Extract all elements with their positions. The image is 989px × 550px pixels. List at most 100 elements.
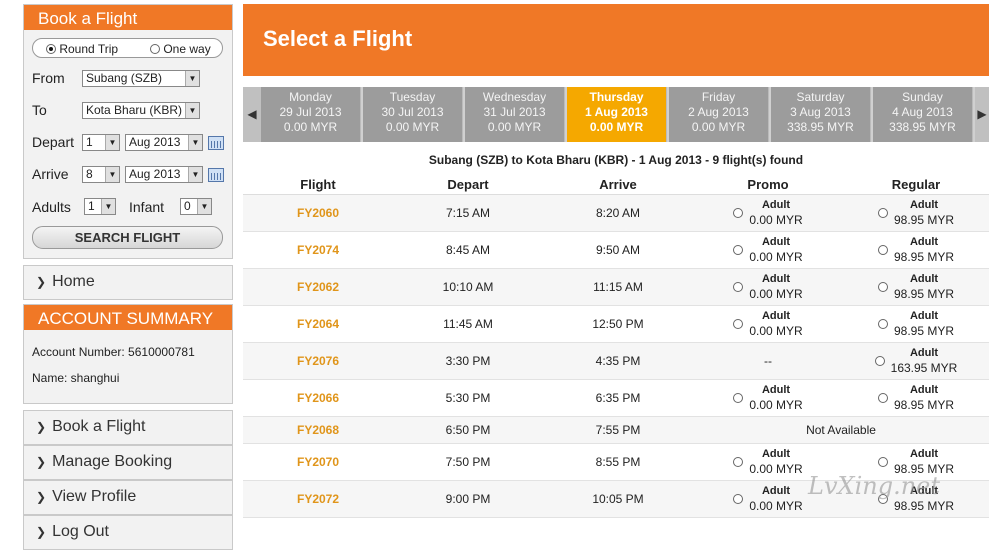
fare-text: Adult 0.00 MYR: [749, 484, 802, 514]
infant-select[interactable]: 0 ▼: [180, 198, 212, 215]
arrive-day-select[interactable]: 8 ▼: [82, 166, 120, 183]
fare-label: Adult: [761, 235, 791, 248]
day-tab-sat[interactable]: Saturday 3 Aug 2013 338.95 MYR: [771, 87, 871, 142]
nav-book-flight[interactable]: ❯ Book a Flight: [23, 410, 233, 445]
to-select[interactable]: Kota Bharu (KBR) ▼: [82, 102, 200, 119]
nav-home[interactable]: ❯ Home: [23, 265, 233, 300]
day-weekday: Sunday: [902, 90, 943, 104]
flight-number[interactable]: FY2074: [243, 231, 393, 269]
promo-fare-option[interactable]: Adult 0.00 MYR: [693, 309, 843, 339]
flight-number[interactable]: FY2060: [243, 194, 393, 232]
day-date: 29 Jul 2013: [279, 105, 342, 119]
flight-number-link[interactable]: FY2060: [297, 206, 339, 220]
flight-number-link[interactable]: FY2064: [297, 317, 339, 331]
nav-log-out[interactable]: ❯ Log Out: [23, 515, 233, 550]
search-flight-button[interactable]: SEARCH FLIGHT: [32, 226, 223, 249]
fare-text: Adult 0.00 MYR: [749, 309, 802, 339]
day-weekday: Monday: [289, 90, 332, 104]
regular-fare-option[interactable]: Adult 98.95 MYR: [843, 383, 989, 413]
radio-icon[interactable]: [877, 318, 888, 329]
day-tab-sun[interactable]: Sunday 4 Aug 2013 338.95 MYR: [873, 87, 973, 142]
flight-number-link[interactable]: FY2074: [297, 243, 339, 257]
flight-number-link[interactable]: FY2072: [297, 492, 339, 506]
radio-icon[interactable]: [150, 44, 160, 54]
flight-number[interactable]: FY2068: [243, 416, 393, 444]
radio-icon[interactable]: [733, 207, 744, 218]
next-week-arrow-icon[interactable]: ▶: [975, 87, 989, 142]
flight-number[interactable]: FY2076: [243, 342, 393, 380]
radio-icon[interactable]: [46, 44, 56, 54]
flight-number-link[interactable]: FY2076: [297, 354, 339, 368]
radio-icon[interactable]: [877, 244, 888, 255]
nav-manage-booking[interactable]: ❯ Manage Booking: [23, 445, 233, 480]
one-way-option[interactable]: One way: [150, 42, 211, 56]
calendar-icon[interactable]: [208, 168, 224, 182]
prev-week-arrow-icon[interactable]: ◀: [243, 87, 261, 142]
fare-label: Adult: [909, 346, 939, 359]
regular-fare-option[interactable]: Adult 98.95 MYR: [843, 272, 989, 302]
radio-icon[interactable]: [733, 244, 744, 255]
fare-label: Adult: [761, 447, 791, 460]
flight-number-link[interactable]: FY2066: [297, 391, 339, 405]
radio-icon[interactable]: [877, 392, 888, 403]
adults-value: 1: [88, 199, 95, 213]
radio-icon[interactable]: [733, 281, 744, 292]
day-tab-tue[interactable]: Tuesday 30 Jul 2013 0.00 MYR: [363, 87, 463, 142]
radio-icon[interactable]: [877, 207, 888, 218]
flight-number[interactable]: FY2072: [243, 480, 393, 518]
day-tab-mon[interactable]: Monday 29 Jul 2013 0.00 MYR: [261, 87, 361, 142]
promo-fare: Adult 0.00 MYR: [693, 194, 843, 232]
fare-amount: 0.00 MYR: [749, 286, 803, 301]
promo-fare: Adult 0.00 MYR: [693, 268, 843, 306]
regular-fare-option[interactable]: Adult 98.95 MYR: [843, 309, 989, 339]
radio-icon[interactable]: [877, 456, 888, 467]
flight-number-link[interactable]: FY2068: [297, 423, 339, 437]
nav-view-profile[interactable]: ❯ View Profile: [23, 480, 233, 515]
depart-month-select[interactable]: Aug 2013 ▼: [125, 134, 203, 151]
from-value: Subang (SZB): [86, 71, 163, 85]
regular-fare: Adult 98.95 MYR: [843, 194, 989, 232]
flight-number[interactable]: FY2062: [243, 268, 393, 306]
flight-number[interactable]: FY2064: [243, 305, 393, 343]
flight-number[interactable]: FY2070: [243, 443, 393, 481]
from-label: From: [32, 70, 65, 86]
from-select[interactable]: Subang (SZB) ▼: [82, 70, 200, 87]
main-content: Select a Flight ◀ Monday 29 Jul 2013 0.0…: [243, 4, 989, 518]
flight-number-link[interactable]: FY2070: [297, 455, 339, 469]
chevron-down-icon: ▼: [105, 167, 119, 182]
chevron-down-icon: ▼: [185, 71, 199, 86]
promo-fare-option[interactable]: Adult 0.00 MYR: [693, 272, 843, 302]
day-tab-wed[interactable]: Wednesday 31 Jul 2013 0.00 MYR: [465, 87, 565, 142]
day-tab-fri[interactable]: Friday 2 Aug 2013 0.00 MYR: [669, 87, 769, 142]
fare-label: Adult: [909, 383, 939, 396]
adults-select[interactable]: 1 ▼: [84, 198, 116, 215]
flight-row: FY2066 5:30 PM 6:35 PM Adult 0.00 MYR Ad…: [243, 379, 989, 417]
calendar-icon[interactable]: [208, 136, 224, 150]
arrive-month-select[interactable]: Aug 2013 ▼: [125, 166, 203, 183]
radio-icon[interactable]: [874, 355, 885, 366]
regular-fare: Adult 98.95 MYR: [843, 379, 989, 417]
fare-text: Adult 0.00 MYR: [749, 383, 802, 413]
promo-fare-option[interactable]: Adult 0.00 MYR: [693, 383, 843, 413]
regular-fare-option[interactable]: Adult 98.95 MYR: [843, 198, 989, 228]
trip-type-selector: Round Trip One way: [32, 38, 223, 58]
account-name: Name: shanghui: [32, 371, 120, 385]
flight-number[interactable]: FY2066: [243, 379, 393, 417]
regular-fare-option[interactable]: Adult 98.95 MYR: [843, 235, 989, 265]
radio-icon[interactable]: [733, 493, 744, 504]
radio-icon[interactable]: [877, 281, 888, 292]
radio-icon[interactable]: [733, 456, 744, 467]
regular-fare-option[interactable]: Adult 163.95 MYR: [843, 346, 989, 376]
round-trip-option[interactable]: Round Trip: [46, 42, 118, 56]
nav-book-flight-label: Book a Flight: [52, 418, 146, 435]
day-tab-thu-selected[interactable]: Thursday 1 Aug 2013 0.00 MYR: [567, 87, 667, 142]
promo-fare-option[interactable]: Adult 0.00 MYR: [693, 198, 843, 228]
depart-time: 8:45 AM: [393, 231, 543, 269]
flight-number-link[interactable]: FY2062: [297, 280, 339, 294]
promo-fare-option[interactable]: Adult 0.00 MYR: [693, 235, 843, 265]
depart-day-select[interactable]: 1 ▼: [82, 134, 120, 151]
radio-icon[interactable]: [733, 392, 744, 403]
radio-icon[interactable]: [733, 318, 744, 329]
depart-month-value: Aug 2013: [129, 135, 181, 149]
chevron-down-icon: ▼: [101, 199, 115, 214]
